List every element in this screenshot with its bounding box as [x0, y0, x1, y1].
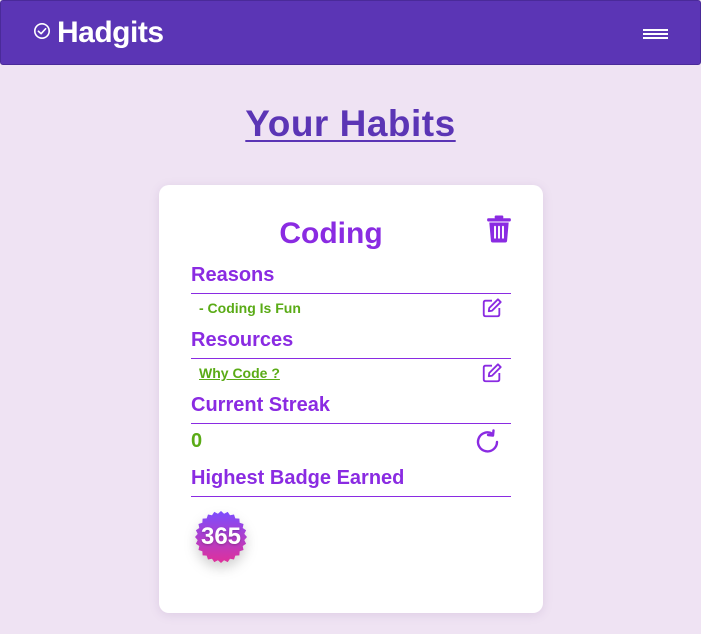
- resource-link[interactable]: Why Code ?: [199, 365, 280, 381]
- habit-name: Coding: [279, 217, 383, 250]
- edit-reason-icon[interactable]: [481, 297, 503, 319]
- brand-name: Hadgits: [57, 16, 164, 49]
- trash-icon[interactable]: [486, 215, 512, 243]
- refresh-icon[interactable]: [474, 428, 502, 456]
- edit-resource-icon[interactable]: [481, 362, 503, 384]
- reason-item: - Coding Is Fun: [199, 300, 301, 316]
- page-title: Your Habits: [245, 103, 456, 144]
- badge-heading: Highest Badge Earned: [191, 467, 511, 497]
- habit-card: Coding Reasons - Coding Is Fun Resources…: [159, 185, 543, 613]
- hamburger-menu-icon[interactable]: [637, 23, 675, 45]
- badge-value: 365: [200, 523, 242, 550]
- badge: 365: [194, 510, 248, 564]
- streak-value: 0: [191, 430, 203, 452]
- reasons-heading: Reasons: [191, 264, 511, 294]
- resources-heading: Resources: [191, 329, 511, 359]
- navbar: Hadgits: [0, 0, 701, 65]
- brand-link[interactable]: Hadgits: [33, 13, 164, 53]
- streak-heading: Current Streak: [191, 394, 511, 424]
- check-circle-icon: [33, 22, 51, 40]
